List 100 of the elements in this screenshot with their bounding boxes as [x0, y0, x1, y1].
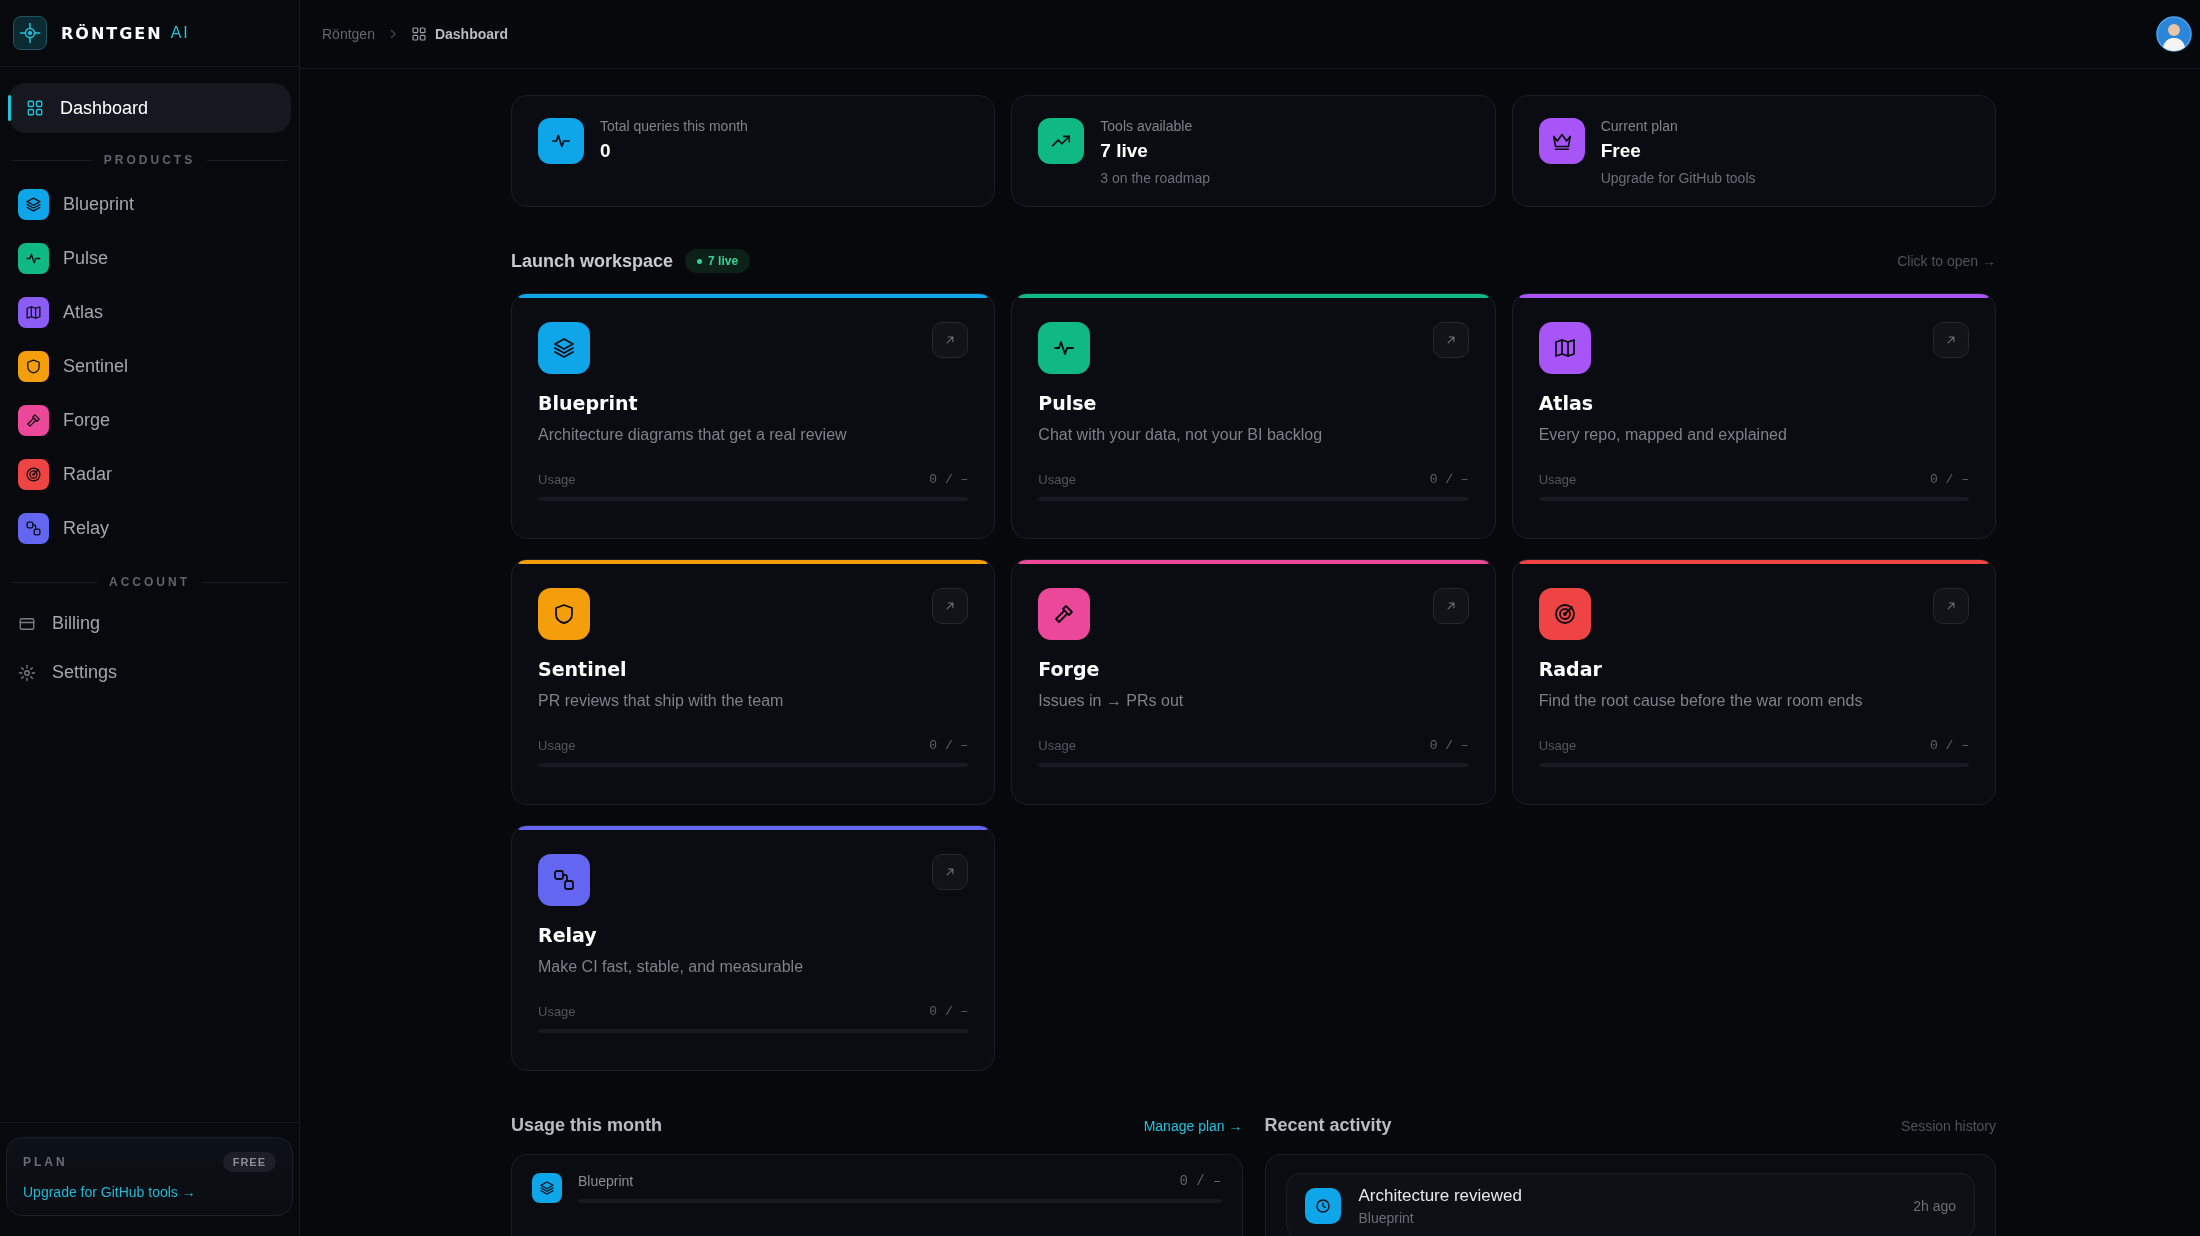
usage-label: Usage — [1038, 472, 1076, 487]
nodes-icon — [25, 519, 42, 537]
card-description: Architecture diagrams that get a real review — [538, 426, 848, 444]
activity-item[interactable]: Architecture reviewed Blueprint 2h ago — [1285, 1173, 1975, 1236]
open-button[interactable] — [932, 854, 969, 890]
card-description: Issues in → PRs out — [1038, 692, 1185, 710]
open-button[interactable] — [1933, 322, 1969, 358]
card-title: Blueprint — [538, 392, 639, 414]
card-description: PR reviews that ship with the team — [538, 692, 785, 710]
product-card[interactable]: Pulse Chat with your data, not your BI backlog Usage 0 / – — [1011, 293, 1496, 539]
live-badge: 7 live — [685, 249, 751, 273]
stat-note: Upgrade for GitHub tools — [1600, 170, 1756, 186]
layers-icon — [539, 1180, 555, 1196]
grid-icon — [26, 99, 44, 117]
sidebar-item[interactable]: Blueprint — [8, 177, 291, 231]
usage-reading: 0 / – — [1179, 1173, 1222, 1189]
shield-icon — [25, 357, 42, 375]
nodes-icon — [552, 868, 576, 892]
card-description: Every repo, mapped and explained — [1538, 426, 1788, 444]
activity-time: 2h ago — [1913, 1198, 1956, 1214]
usage-label: Usage — [538, 472, 576, 487]
plan-badge: FREE — [222, 1152, 276, 1172]
card-title: Atlas — [1538, 392, 1595, 414]
radar-icon — [25, 465, 42, 483]
sidebar-item[interactable]: Billing — [8, 599, 291, 648]
sidebar-item[interactable]: Relay — [8, 501, 291, 555]
stat-label: Current plan — [1600, 118, 1679, 134]
card-title: Sentinel — [538, 658, 628, 680]
usage-label: Usage — [1038, 738, 1076, 753]
card-title: Forge — [1038, 658, 1101, 680]
card-title: Radar — [1538, 658, 1603, 680]
shield-icon — [552, 602, 576, 626]
open-button[interactable] — [932, 322, 969, 358]
card-title: Pulse — [1038, 392, 1098, 414]
manage-plan-link[interactable]: Manage plan → — [1143, 1117, 1243, 1134]
settings-icon — [18, 663, 36, 682]
sidebar-item[interactable]: Dashboard — [8, 83, 291, 133]
usage-label: Usage — [1538, 738, 1577, 753]
usage-name: Blueprint — [578, 1173, 634, 1189]
sidebar-item[interactable]: Settings — [8, 648, 291, 697]
map-icon — [25, 303, 42, 321]
breadcrumb-item[interactable]: Dashboard — [434, 26, 509, 42]
map-icon — [1552, 336, 1577, 360]
clock-icon — [1313, 1197, 1332, 1215]
product-card[interactable]: Sentinel PR reviews that ship with the team Usage 0 / – — [511, 559, 996, 805]
layers-icon — [25, 195, 42, 213]
usage-reading: 0 / – — [929, 738, 969, 753]
usage-label: Usage — [538, 1004, 576, 1019]
stat-value: 7 live — [1100, 140, 1149, 162]
section-title: Recent activity — [1264, 1115, 1392, 1136]
product-card[interactable]: Blueprint Architecture diagrams that get a real review Usage 0 / – — [511, 293, 996, 539]
breadcrumb-item[interactable]: Röntgen — [322, 26, 375, 42]
open-button[interactable] — [1432, 322, 1469, 358]
sidebar-item[interactable]: Sentinel — [8, 339, 291, 393]
sidebar-item[interactable]: Pulse — [8, 231, 291, 285]
usage-reading: 0 / – — [1429, 472, 1469, 487]
section-title: Launch workspace — [511, 250, 674, 272]
usage-label: Usage — [538, 738, 576, 753]
layers-icon — [552, 336, 576, 360]
upgrade-link[interactable]: Upgrade for GitHub tools → — [23, 1184, 196, 1200]
section-title: Usage this month — [511, 1115, 662, 1136]
brand-name: RÖNTGEN — [61, 23, 163, 43]
radar-icon — [1552, 602, 1577, 626]
product-card[interactable]: Radar Find the root cause before the war room ends Usage 0 / – — [1511, 559, 1996, 805]
card-description: Find the root cause before the war room ends — [1538, 692, 1864, 710]
section-heading: ACCOUNT — [109, 575, 190, 589]
product-card[interactable]: Forge Issues in → PRs out Usage 0 / – — [1011, 559, 1496, 805]
card-description: Make CI fast, stable, and measurable — [538, 958, 805, 976]
product-card[interactable]: Relay Make CI fast, stable, and measurable Usage 0 / – — [511, 825, 996, 1071]
open-button[interactable] — [1933, 588, 1969, 624]
product-card[interactable]: Atlas Every repo, mapped and explained Usage 0 / – — [1511, 293, 1996, 539]
stat-label: Tools available — [1100, 118, 1194, 134]
card-title: Relay — [538, 924, 598, 946]
sidebar-item[interactable]: Atlas — [8, 285, 291, 339]
usage-reading: 0 / – — [1930, 472, 1969, 487]
sidebar-item[interactable]: Forge — [8, 393, 291, 447]
crosshair-icon — [13, 16, 47, 50]
usage-reading: 0 / – — [929, 1004, 969, 1019]
open-button[interactable] — [932, 588, 969, 624]
activity-title: Architecture reviewed — [1358, 1186, 1522, 1206]
hammer-icon — [25, 411, 42, 429]
usage-reading: 0 / – — [929, 472, 969, 487]
card-description: Chat with your data, not your BI backlog — [1038, 426, 1324, 444]
hint-text: Click to open → — [1897, 253, 1996, 269]
section-heading: PRODUCTS — [103, 153, 196, 167]
stat-label: Total queries this month — [600, 118, 748, 134]
stat-note: 3 on the roadmap — [1100, 170, 1211, 186]
chevron-icon — [388, 29, 397, 39]
stat-value: Free — [1600, 140, 1642, 162]
brand-suffix: AI — [170, 24, 190, 42]
grid-icon — [410, 26, 427, 42]
activity-subtitle: Blueprint — [1358, 1210, 1415, 1226]
sidebar-item[interactable]: Radar — [8, 447, 291, 501]
avatar[interactable] — [2156, 16, 2192, 52]
plan-label: PLAN — [23, 1155, 68, 1169]
usage-reading: 0 / – — [1429, 738, 1469, 753]
usage-label: Usage — [1538, 472, 1577, 487]
stat-value: 0 — [600, 140, 612, 162]
open-button[interactable] — [1432, 588, 1469, 624]
usage-reading: 0 / – — [1930, 738, 1969, 753]
